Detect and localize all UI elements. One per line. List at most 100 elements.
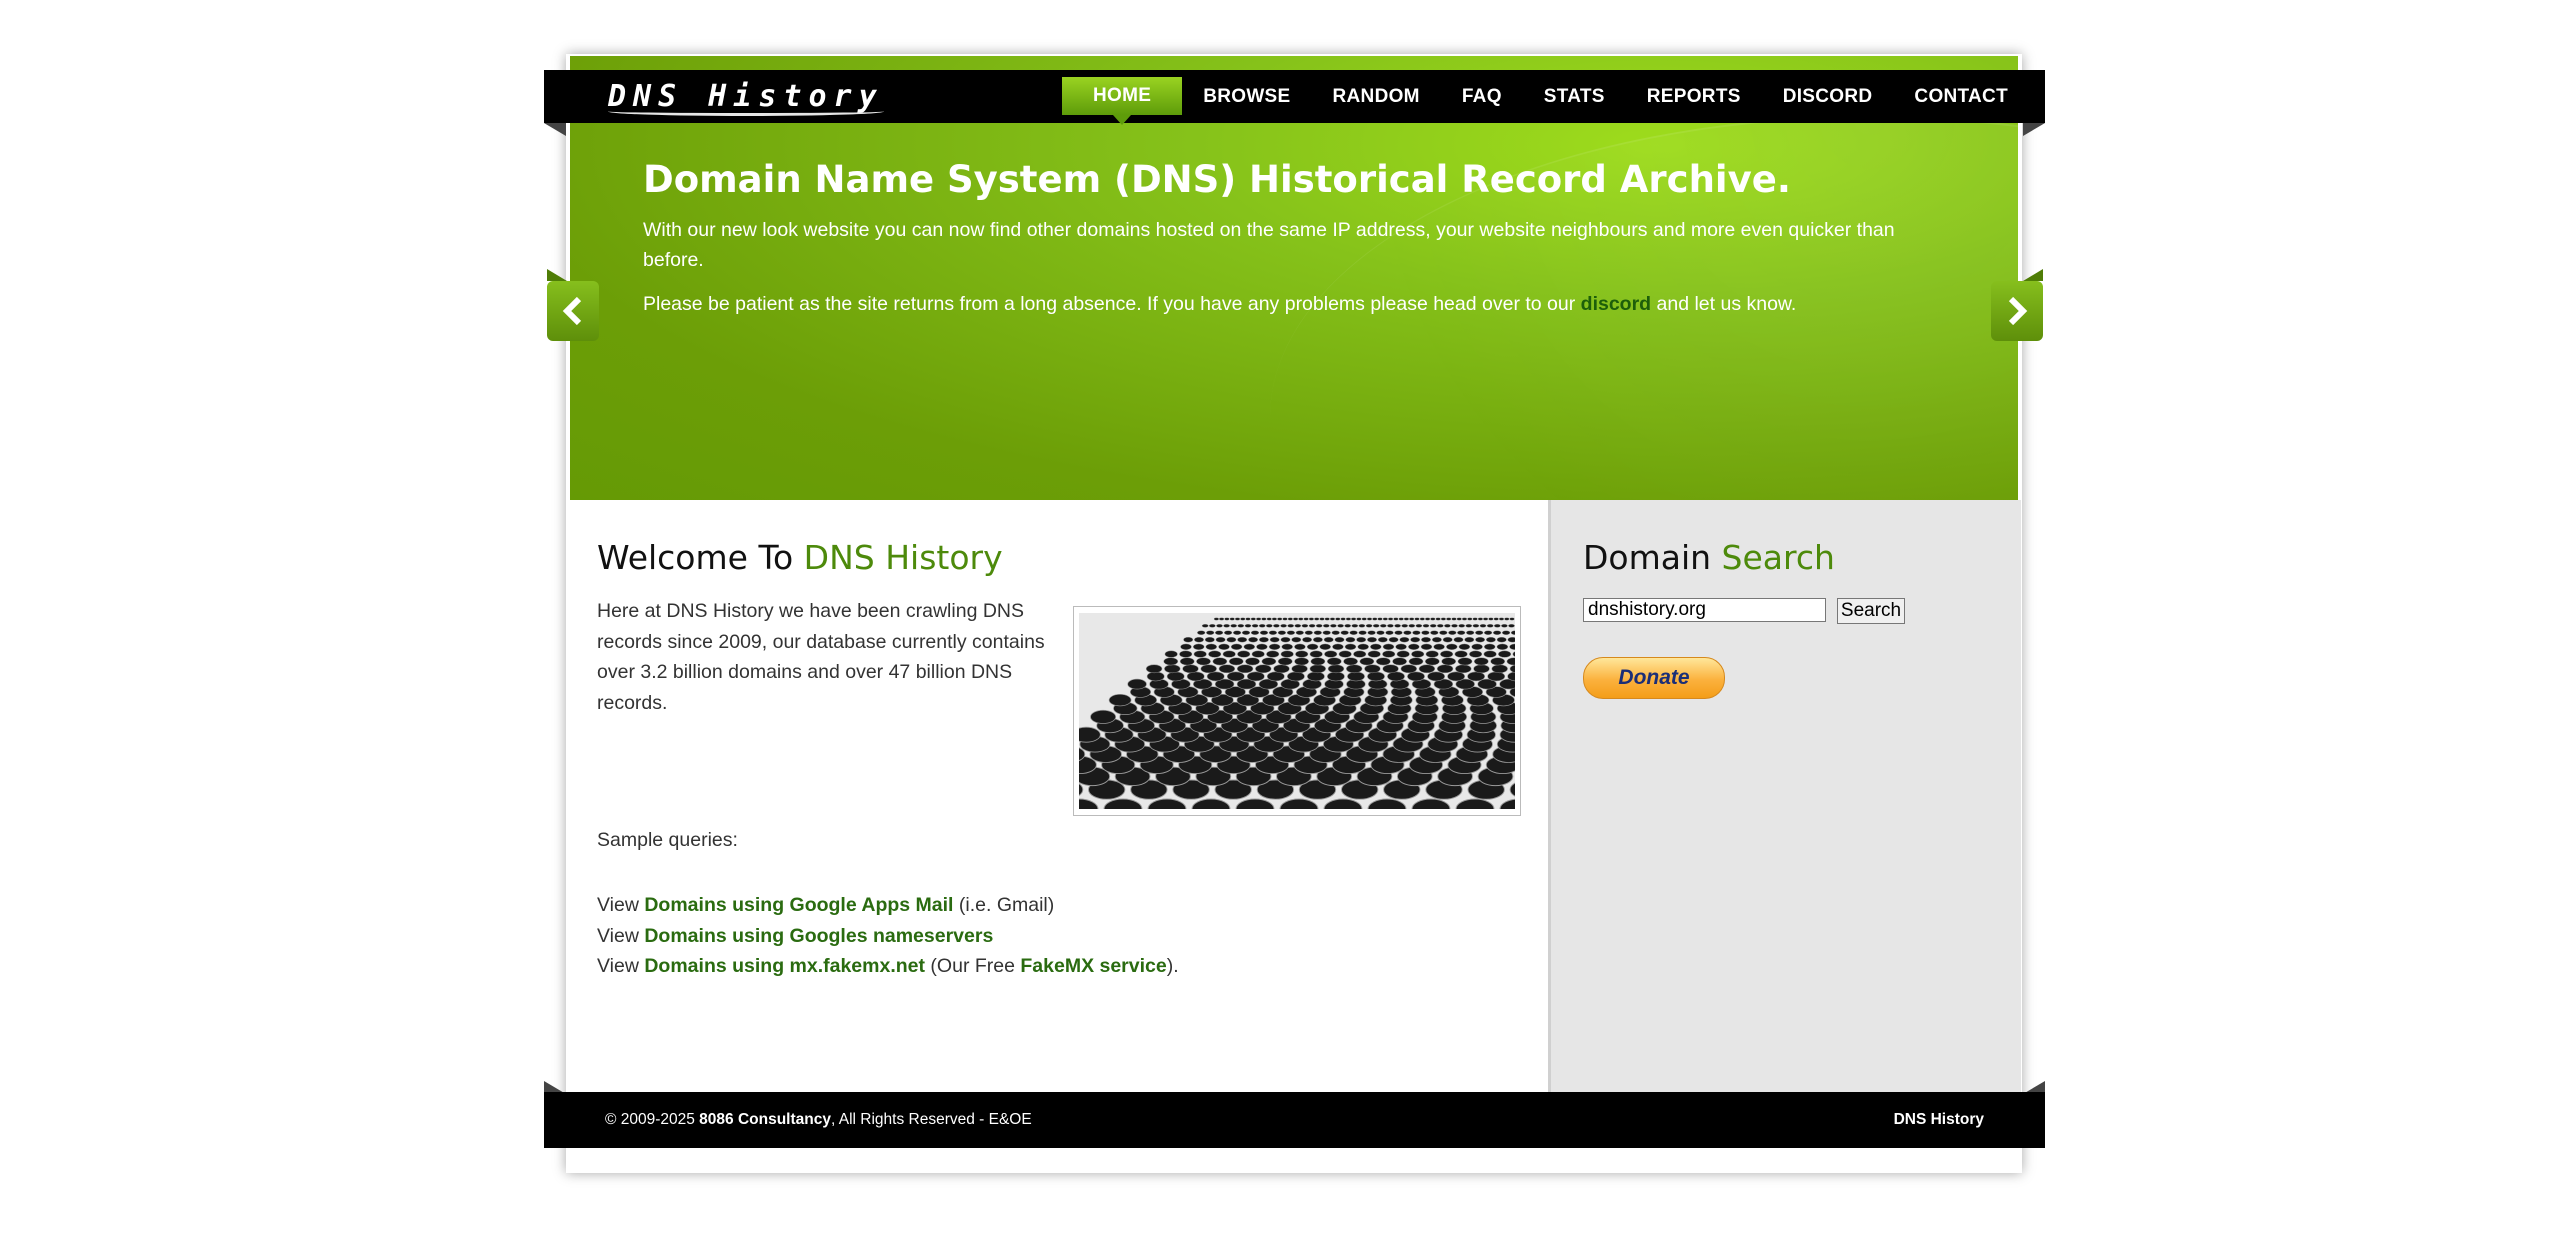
hero-paragraph-2-tail: and let us know. [1651, 293, 1797, 315]
nav-random[interactable]: RANDOM [1312, 70, 1441, 123]
disc [1414, 617, 1420, 621]
disc [1251, 650, 1265, 658]
nav-discord[interactable]: DISCORD [1762, 70, 1894, 123]
disc [1256, 643, 1268, 650]
disc [1237, 650, 1251, 658]
disc [1394, 624, 1401, 628]
disc [1287, 624, 1294, 628]
disc [1351, 624, 1359, 628]
query-link-google-apps-mail[interactable]: Domains using Google Apps Mail [644, 894, 953, 916]
disc [1301, 624, 1309, 628]
company-name: 8086 Consultancy [699, 1111, 831, 1128]
disc [1396, 650, 1410, 658]
disc [1224, 630, 1233, 635]
disc [1483, 617, 1489, 621]
disc [1205, 643, 1218, 650]
disc [1206, 671, 1225, 682]
disc [1344, 643, 1357, 650]
disc [1483, 650, 1497, 658]
disc [1395, 643, 1407, 650]
disc [1338, 650, 1352, 658]
disc [1334, 637, 1345, 643]
disc [1310, 657, 1326, 666]
disc [1441, 657, 1457, 666]
nav-faq[interactable]: FAQ [1441, 70, 1523, 123]
disc [1451, 617, 1457, 621]
footer-site-name[interactable]: DNS History [1894, 1111, 1984, 1129]
disc [1218, 643, 1230, 650]
site-logo[interactable]: DNS History [608, 78, 884, 116]
disc [1493, 630, 1502, 635]
disc [1266, 650, 1280, 658]
disc [1372, 617, 1378, 621]
disc [1319, 617, 1325, 621]
chevron-right-icon [2008, 297, 2028, 325]
disc [1197, 630, 1206, 635]
disc [1488, 617, 1494, 621]
disc [1246, 671, 1265, 682]
disc [1377, 617, 1383, 621]
nav-home[interactable]: HOME [1062, 77, 1183, 115]
disc [1358, 624, 1366, 628]
slider-prev-button[interactable] [547, 269, 599, 353]
disc [1446, 643, 1458, 650]
disc [1245, 657, 1260, 666]
disc [1090, 709, 1117, 724]
disc [1273, 664, 1290, 674]
fakemx-service-link[interactable]: FakeMX service [1020, 955, 1166, 977]
discord-link[interactable]: discord [1581, 293, 1651, 315]
disc [1486, 624, 1494, 628]
nav-stats[interactable]: STATS [1523, 70, 1626, 123]
disc [1294, 643, 1306, 650]
nav-contact[interactable]: CONTACT [1893, 70, 2029, 123]
disc [1330, 624, 1337, 628]
nav-reports[interactable]: REPORTS [1626, 70, 1762, 123]
disc [1509, 643, 1515, 650]
disc [1193, 650, 1207, 658]
disc [1261, 617, 1267, 621]
disc [1435, 617, 1441, 621]
disc [1258, 637, 1269, 643]
disc [1322, 630, 1331, 635]
disc [1222, 650, 1236, 658]
sample-queries-list: View Domains using Google Apps Mail (i.e… [597, 890, 1179, 982]
domain-search-input[interactable] [1583, 598, 1826, 622]
disc [1277, 617, 1283, 621]
disc [1228, 657, 1244, 666]
disc [1266, 671, 1285, 682]
disc [1465, 624, 1473, 628]
query-suffix: (i.e. Gmail) [953, 894, 1055, 916]
disc [1367, 650, 1381, 658]
disc [1223, 624, 1230, 628]
disc [1451, 624, 1458, 628]
disc [1420, 643, 1433, 650]
disc [1303, 617, 1309, 621]
query-link-fakemx[interactable]: Domains using mx.fakemx.net [644, 955, 925, 977]
disc [1186, 671, 1205, 682]
welcome-heading: Welcome To DNS History [597, 538, 1003, 577]
disc [1309, 664, 1326, 674]
disc [1295, 630, 1304, 635]
donate-button[interactable]: Donate [1583, 657, 1725, 699]
disc [1213, 617, 1219, 621]
disc [1411, 650, 1425, 658]
slider-next-button[interactable] [1991, 269, 2043, 353]
disc [1400, 664, 1417, 674]
disc [1370, 643, 1382, 650]
disc [1399, 637, 1410, 643]
disc [1286, 630, 1295, 635]
disc [1429, 624, 1437, 628]
disc [1464, 637, 1475, 643]
disc [1357, 643, 1369, 650]
disc [1364, 664, 1381, 674]
search-button[interactable]: Search [1837, 598, 1905, 624]
footer-copyright: © 2009-2025 8086 Consultancy, All Rights… [605, 1111, 1032, 1129]
disc [1330, 617, 1335, 621]
disc [1493, 617, 1499, 621]
logo-swoosh [608, 107, 884, 116]
query-link-google-nameservers[interactable]: Domains using Googles nameservers [644, 925, 993, 947]
disc [1472, 624, 1480, 628]
disc [1327, 664, 1345, 674]
nav-browse[interactable]: BROWSE [1182, 70, 1311, 123]
disc [1508, 624, 1515, 628]
